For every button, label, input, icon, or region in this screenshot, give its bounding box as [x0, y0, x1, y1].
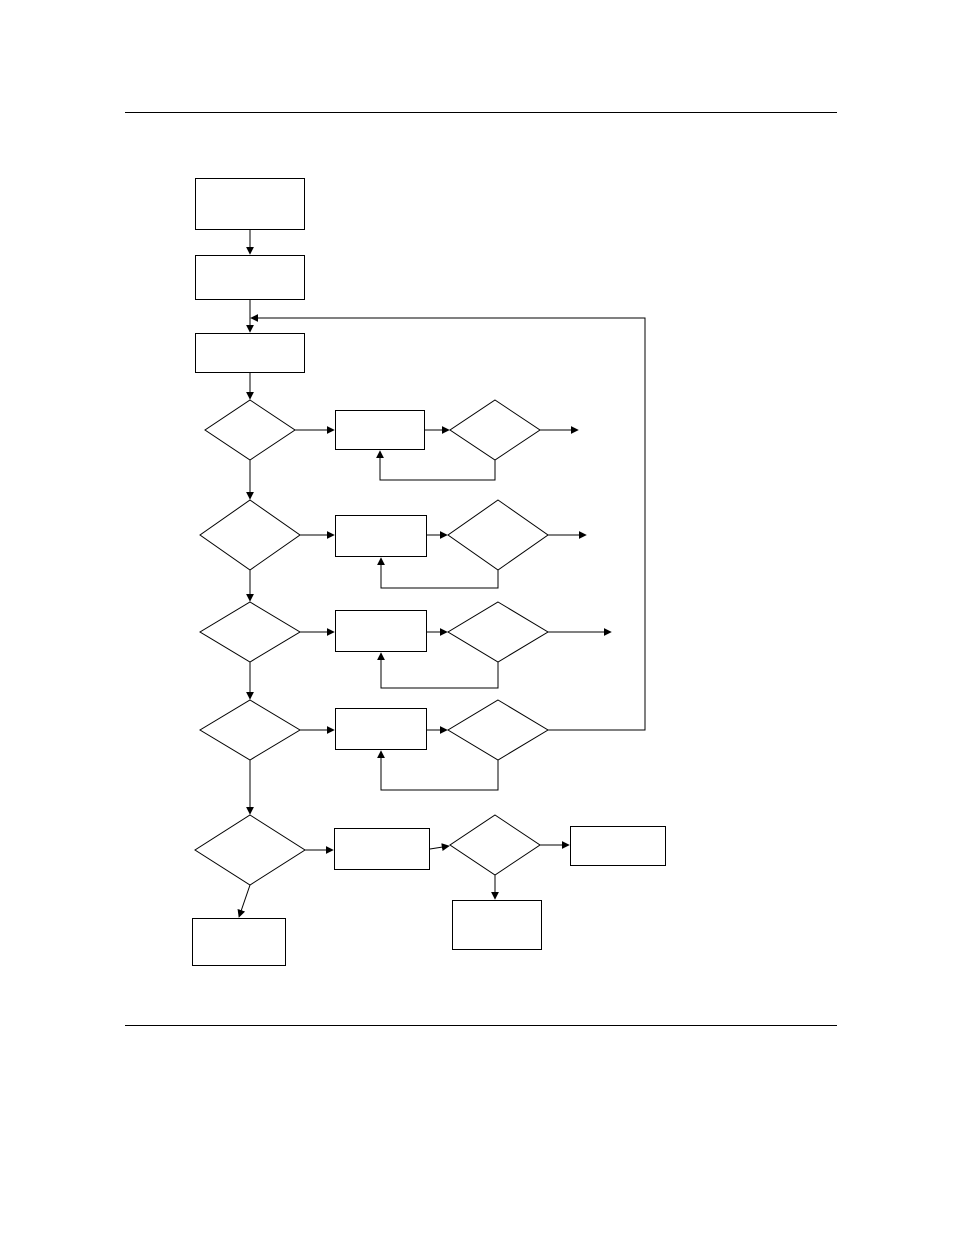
node-n12 — [448, 602, 548, 662]
node-n16 — [195, 815, 305, 885]
diagram-stage — [0, 0, 954, 1235]
node-n15 — [448, 700, 548, 760]
node-n4 — [205, 400, 295, 460]
node-n13 — [200, 700, 300, 760]
node-n18 — [450, 815, 540, 875]
flow-svg — [0, 0, 954, 1235]
node-n9 — [448, 500, 548, 570]
node-n7 — [200, 500, 300, 570]
node-n6 — [450, 400, 540, 460]
node-n10 — [200, 602, 300, 662]
